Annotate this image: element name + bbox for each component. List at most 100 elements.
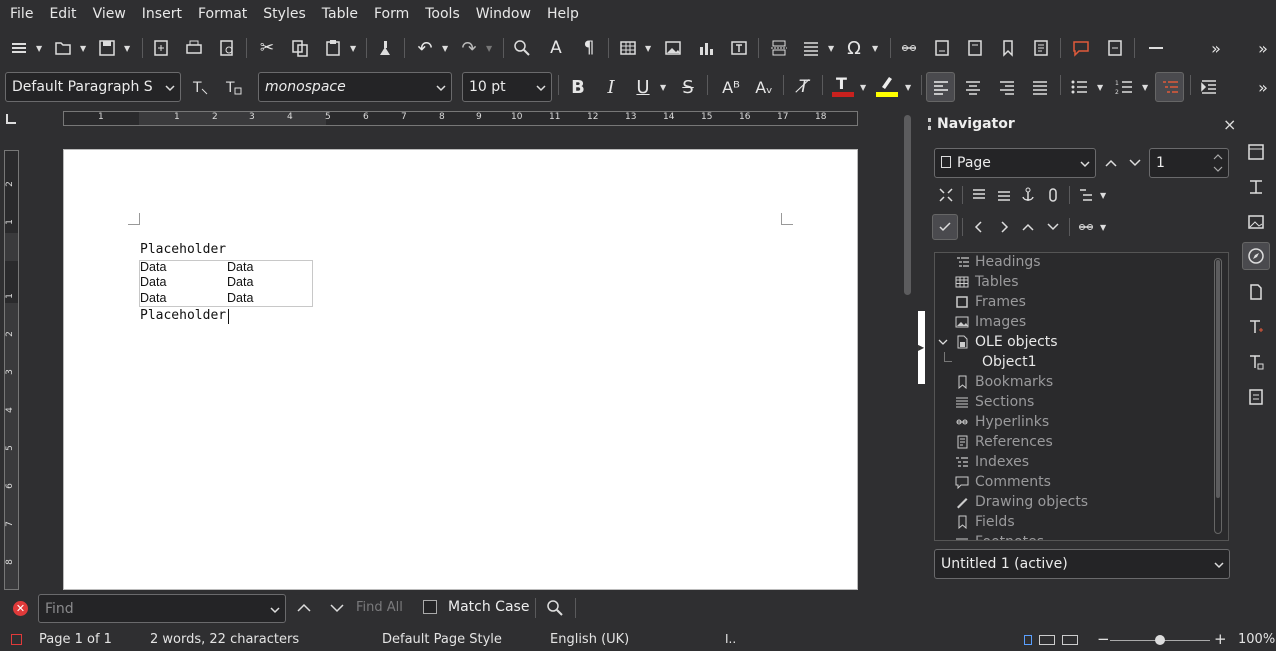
properties-icon[interactable] [1242,138,1270,166]
font-color-icon[interactable]: T [832,74,854,97]
footer-icon[interactable] [993,184,1015,206]
outline-format-icon[interactable] [1155,72,1184,102]
paragraph-text[interactable]: Placeholder [140,308,226,323]
attachment-icon[interactable] [1042,184,1064,206]
menu-view[interactable]: View [85,0,134,29]
increase-indent-icon[interactable] [1198,76,1220,98]
redo-dropdown-icon[interactable]: ▼ [486,44,492,53]
insert-image-icon[interactable] [662,37,684,59]
menu-insert[interactable]: Insert [134,0,190,29]
promote-chapter-icon[interactable] [968,216,990,238]
table-cell[interactable]: Data [227,291,253,305]
zoom-in-icon[interactable]: + [1214,630,1227,648]
tree-item-references[interactable]: References [935,432,1207,452]
bold-icon[interactable]: B [567,76,589,98]
insert-endnote-icon[interactable] [964,37,986,59]
match-case-checkbox[interactable] [423,600,437,614]
menu-file[interactable]: File [2,0,41,29]
table-cell[interactable]: Data [140,291,166,305]
menu-format[interactable]: Format [190,0,255,29]
insert-table-icon[interactable] [617,37,639,59]
insert-chart-icon[interactable] [695,37,717,59]
style-inspector-icon[interactable] [1242,313,1270,341]
demote-level-icon[interactable] [1042,216,1064,238]
undo-dropdown-icon[interactable]: ▼ [442,44,448,53]
ordered-list-icon[interactable]: 12 [1113,76,1135,98]
paste-dropdown-icon[interactable]: ▼ [350,44,356,53]
paragraph-style-combo[interactable]: Default Paragraph S [5,72,181,102]
new-dropdown-icon[interactable]: ▼ [36,44,42,53]
tree-item-headings[interactable]: Headings [935,253,1207,272]
find-previous-icon[interactable] [293,597,315,619]
unordered-list-icon[interactable] [1068,76,1090,98]
font-color-dropdown-icon[interactable]: ▼ [860,83,866,92]
tree-item-ole-objects[interactable]: OLE objects [935,332,1207,352]
heading-levels-dropdown-icon[interactable]: ▼ [1100,191,1106,200]
update-style-icon[interactable]: T [189,76,211,98]
document-modified-icon[interactable] [11,634,22,645]
clear-formatting-icon[interactable]: T̸ [793,76,815,98]
superscript-icon[interactable]: Aᴮ [720,76,742,98]
paste-icon[interactable] [322,37,344,59]
align-left-icon[interactable] [926,72,955,102]
formatting-marks-icon[interactable]: ¶ [578,37,600,59]
subscript-icon[interactable]: Aᵥ [753,76,775,98]
italic-icon[interactable]: I [600,76,622,98]
justify-icon[interactable] [1029,76,1051,98]
save-dropdown-icon[interactable]: ▼ [124,44,130,53]
scrollbar-thumb[interactable] [1216,260,1220,498]
drag-mode-dropdown-icon[interactable]: ▼ [1100,223,1106,232]
word-count-status[interactable]: 2 words, 22 characters [150,632,299,647]
tree-item-bookmarks[interactable]: Bookmarks [935,372,1207,392]
font-size-combo[interactable]: 10 pt [462,72,552,102]
insert-line-icon[interactable] [1145,37,1167,59]
open-folder-icon[interactable] [52,37,74,59]
more-options-icon[interactable]: » [1205,37,1227,59]
cut-icon[interactable]: ✂ [256,37,278,59]
chevron-down-icon[interactable] [938,337,948,347]
menu-help[interactable]: Help [539,0,587,29]
insert-comment-icon[interactable] [1070,37,1092,59]
special-char-dropdown-icon[interactable]: ▼ [872,44,878,53]
heading-levels-icon[interactable] [1075,184,1097,206]
manage-changes-icon[interactable] [1242,348,1270,376]
demote-chapter-icon[interactable] [993,216,1015,238]
tree-item-images[interactable]: Images [935,312,1207,332]
find-input[interactable]: Find [38,594,286,623]
page-icon[interactable] [1242,278,1270,306]
open-dropdown-icon[interactable]: ▼ [80,44,86,53]
find-all-button[interactable]: Find All [356,600,403,615]
navigate-by-combo[interactable]: Page [934,148,1096,178]
zoom-level[interactable]: 100% [1238,632,1275,647]
menu-form[interactable]: Form [366,0,417,29]
formatting-overflow-icon[interactable]: » [1252,76,1274,98]
horizontal-ruler[interactable]: 1 1 2 3 4 5 6 7 8 9 10 11 12 13 14 15 16… [63,111,858,126]
insert-hyperlink-icon[interactable] [898,37,920,59]
tree-item-tables[interactable]: Tables [935,272,1207,292]
special-character-icon[interactable]: Ω [843,37,865,59]
insert-cross-reference-icon[interactable] [1030,37,1052,59]
promote-level-icon[interactable] [1017,216,1039,238]
document-scrollbar[interactable] [903,115,913,585]
insert-bookmark-icon[interactable] [997,37,1019,59]
anchor-icon[interactable] [1017,184,1039,206]
vertical-ruler[interactable]: 2 1 1 2 3 4 5 6 7 8 [4,150,19,590]
tree-item-footnotes[interactable]: Footnotes [935,532,1207,540]
print-preview-icon[interactable] [216,37,238,59]
menu-edit[interactable]: Edit [41,0,84,29]
paragraph-text[interactable]: Placeholder [140,242,226,257]
redo-icon[interactable]: ↷ [458,37,480,59]
navigator-content-tree[interactable]: Headings Tables Frames Images OLE objects Obj… [934,252,1229,541]
insert-field-icon[interactable] [800,37,822,59]
strikethrough-icon[interactable]: S [677,76,699,98]
tab-stop-selector[interactable] [6,114,16,124]
gallery-icon[interactable] [1242,208,1270,236]
page-count-status[interactable]: Page 1 of 1 [39,632,112,647]
header-icon[interactable] [968,184,990,206]
menu-window[interactable]: Window [468,0,539,29]
document-page[interactable] [63,149,858,590]
zoom-slider-knob[interactable] [1155,635,1165,645]
next-page-icon[interactable] [1124,152,1146,174]
export-pdf-icon[interactable] [150,37,172,59]
close-find-bar-icon[interactable]: ✕ [13,601,28,616]
